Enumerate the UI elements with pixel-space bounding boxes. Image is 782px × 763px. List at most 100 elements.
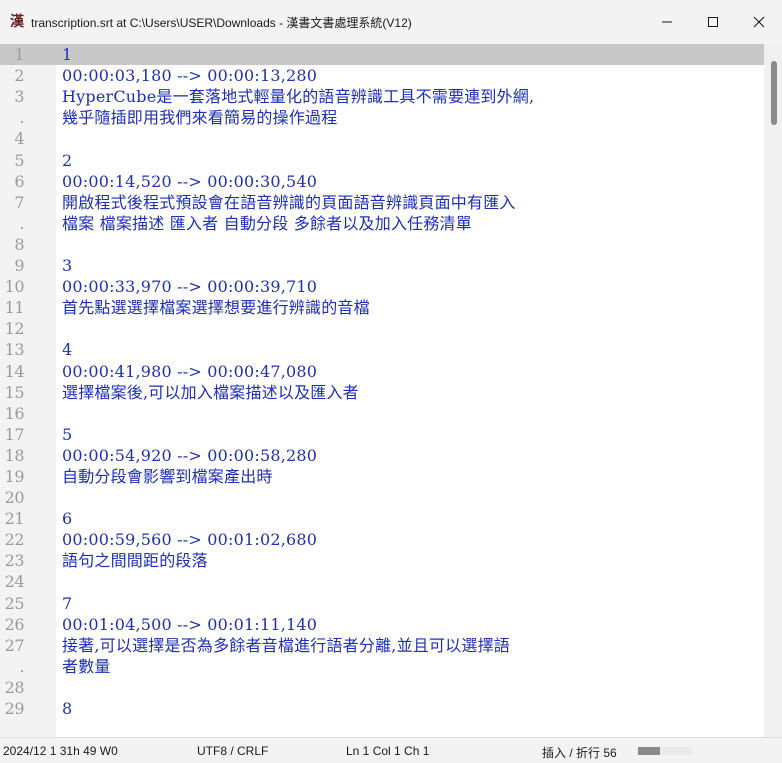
line-text[interactable]: 7 [62,593,72,614]
editor-window: 漢 transcription.srt at C:\Users\USER\Dow… [0,0,782,763]
editor-line[interactable]: 14 00:00:41,980 --> 00:00:47,080 [0,360,764,381]
editor-line[interactable]: 93 [0,255,764,276]
status-encoding[interactable]: UTF8 / CRLF [197,744,268,758]
status-edit-mode[interactable]: 插入 / 折行 56 [542,744,617,761]
line-number: 8 [14,234,24,254]
line-number: . [19,656,24,676]
maximize-button[interactable] [690,0,736,44]
vertical-scrollbar[interactable] [764,44,782,737]
line-number: 21 [4,509,25,529]
editor-line[interactable]: . 幾乎隨插即用我們來看簡易的操作過程 [0,107,764,128]
minimize-button[interactable] [644,0,690,44]
window-title: transcription.srt at C:\Users\USER\Downl… [31,15,412,30]
text-editor[interactable]: 1 1 2 00:00:03,180 --> 00:00:13,280 3 HyperCu… [0,44,782,737]
line-number: 2 [14,66,24,86]
line-number: 18 [4,445,25,465]
line-number: 7 [14,192,24,212]
line-number: . [19,108,24,128]
editor-line[interactable]: 21 6 [0,508,764,529]
line-text[interactable]: 2 [62,150,72,171]
editor-line[interactable]: 12 [0,318,764,339]
line-text[interactable]: 00:00:14,520 --> 00:00:30,540 [62,171,317,192]
editor-line[interactable]: 3 HyperCube是一套落地式輕量化的語音辨識工具不需要連到外網, [0,86,764,107]
line-text[interactable]: 00:00:59,560 --> 00:01:02,680 [62,529,317,550]
line-text[interactable]: 選擇檔案後,可以加入檔案描述以及匯入者 [62,382,359,403]
window-controls [644,0,782,44]
editor-line[interactable]: 52 [0,149,764,170]
scrollbar-thumb[interactable] [771,61,777,125]
line-number: 16 [4,403,25,423]
editor-line[interactable]: 2 00:00:03,180 --> 00:00:13,280 [0,65,764,86]
line-text[interactable]: 首先點選選擇檔案選擇想要進行辨識的音檔 [62,297,370,318]
status-cursor-position[interactable]: Ln 1 Col 1 Ch 1 [346,744,429,758]
editor-line[interactable]: 27 接著,可以選擇是否為多餘者音檔進行語者分離,並且可以選擇語 [0,635,764,656]
line-number: 24 [4,572,25,592]
line-number: 25 [4,593,25,613]
editor-line[interactable]: 29 8 [0,698,764,719]
line-number: 23 [4,551,25,571]
line-text[interactable]: 8 [62,698,72,719]
line-text[interactable]: 00:00:41,980 --> 00:00:47,080 [62,361,317,382]
line-text[interactable]: 00:00:03,180 --> 00:00:13,280 [62,65,317,86]
line-text[interactable]: 自動分段會影響到檔案產出時 [62,466,273,487]
editor-lines: 1 1 2 00:00:03,180 --> 00:00:13,280 3 HyperCu… [0,44,764,719]
editor-line[interactable]: 24 [0,571,764,592]
line-number: 4 [14,129,24,149]
title-bar[interactable]: 漢 transcription.srt at C:\Users\USER\Dow… [0,0,782,44]
line-text[interactable]: 3 [62,255,72,276]
editor-line[interactable]: . 檔案 檔案描述 匯入者 自動分段 多餘者以及加入任務清單 [0,213,764,234]
line-number: 17 [4,424,25,444]
editor-line[interactable]: 23 語句之間間距的段落 [0,550,764,571]
editor-line[interactable]: 16 [0,403,764,424]
editor-line[interactable]: 28 [0,677,764,698]
editor-line[interactable]: 11 首先點選選擇檔案選擇想要進行辨識的音檔 [0,297,764,318]
line-number: 26 [4,614,25,634]
editor-line[interactable]: 13 4 [0,339,764,360]
line-number: 19 [4,466,25,486]
line-number: 10 [4,277,25,297]
line-text[interactable]: 00:01:04,500 --> 00:01:11,140 [62,614,317,635]
editor-line[interactable]: 18 00:00:54,920 --> 00:00:58,280 [0,445,764,466]
editor-line[interactable]: 17 5 [0,424,764,445]
editor-line[interactable]: . 者數量 [0,656,764,677]
editor-line[interactable]: 26 00:01:04,500 --> 00:01:11,140 [0,614,764,635]
line-number: 12 [4,319,25,339]
line-text[interactable]: 檔案 檔案描述 匯入者 自動分段 多餘者以及加入任務清單 [62,213,472,234]
line-text[interactable]: HyperCube是一套落地式輕量化的語音辨識工具不需要連到外網, [62,86,534,107]
line-number: 9 [14,256,24,276]
status-progress-bar [638,747,692,755]
line-number: 20 [4,488,25,508]
line-text[interactable]: 開啟程式後程式預設會在語音辨識的頁面語音辨識頁面中有匯入 [62,192,516,213]
close-button[interactable] [736,0,782,44]
line-text[interactable]: 者數量 [62,656,111,677]
line-number: . [19,213,24,233]
editor-line[interactable]: 8 [0,234,764,255]
editor-line[interactable]: 22 00:00:59,560 --> 00:01:02,680 [0,529,764,550]
app-icon: 漢 [10,14,24,30]
line-number: 11 [4,298,25,318]
line-number: 13 [4,340,25,360]
editor-line[interactable]: 11 [0,44,764,66]
editor-line[interactable]: 19 自動分段會影響到檔案產出時 [0,466,764,487]
line-number: 27 [4,635,25,655]
line-number: 15 [4,382,25,402]
editor-line[interactable]: 6 00:00:14,520 --> 00:00:30,540 [0,171,764,192]
editor-line[interactable]: 15 選擇檔案後,可以加入檔案描述以及匯入者 [0,382,764,403]
line-text[interactable]: 幾乎隨插即用我們來看簡易的操作過程 [62,107,337,128]
line-number: 3 [14,87,24,107]
editor-line[interactable]: 4 [0,128,764,149]
line-text[interactable]: 5 [62,424,72,445]
line-text[interactable]: 00:00:33,970 --> 00:00:39,710 [62,276,317,297]
editor-line[interactable]: 7 開啟程式後程式預設會在語音辨識的頁面語音辨識頁面中有匯入 [0,192,764,213]
editor-line[interactable]: 20 [0,487,764,508]
line-text[interactable]: 1 [62,44,72,65]
editor-line[interactable]: 10 00:00:33,970 --> 00:00:39,710 [0,276,764,297]
line-text[interactable]: 4 [62,339,72,360]
line-text[interactable]: 00:00:54,920 --> 00:00:58,280 [62,445,317,466]
line-number: 5 [14,150,24,170]
line-text[interactable]: 接著,可以選擇是否為多餘者音檔進行語者分離,並且可以選擇語 [62,635,510,656]
line-number: 29 [4,699,25,718]
editor-line[interactable]: 25 7 [0,592,764,613]
line-text[interactable]: 語句之間間距的段落 [62,550,208,571]
line-text[interactable]: 6 [62,508,72,529]
